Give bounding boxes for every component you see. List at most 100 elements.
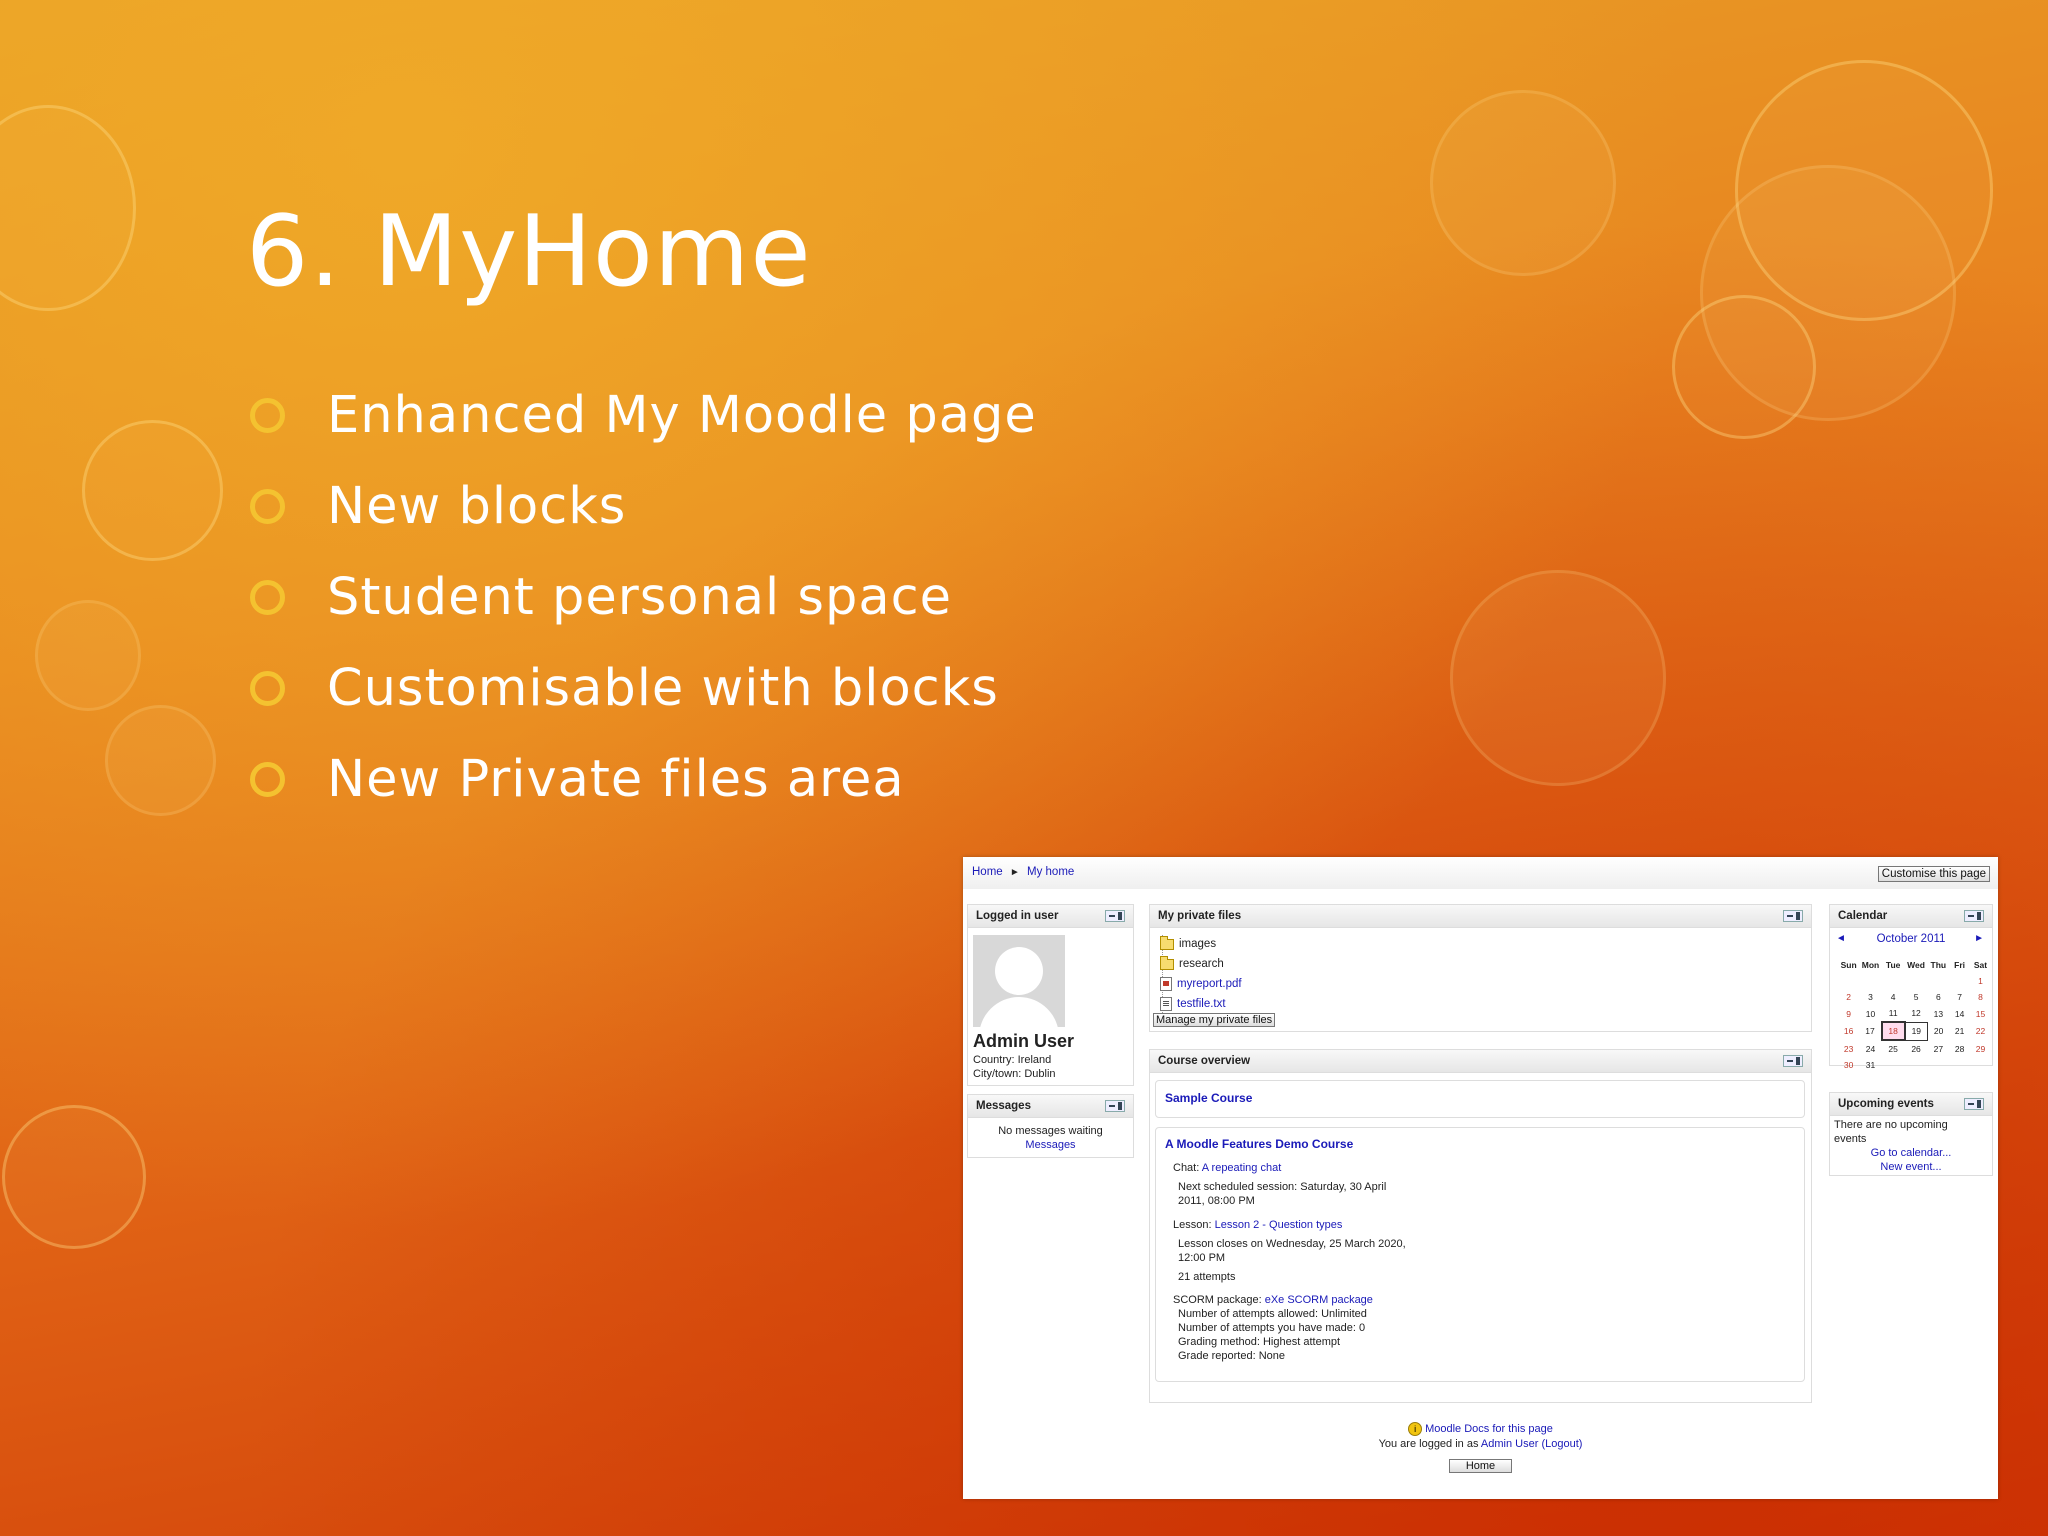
calendar-grid: Sun Mon Tue Wed Thu Fri Sat 1 2 3 4 5 6 7 8 9 10 11 12 13 1… xyxy=(1838,957,1992,1073)
calendar-day-cell[interactable]: 25 xyxy=(1882,1040,1905,1057)
calendar-day-cell[interactable]: 3 xyxy=(1859,989,1881,1005)
user-name[interactable]: Admin User xyxy=(973,1031,1074,1052)
no-events-text: There are no upcoming events xyxy=(1834,1119,1948,1145)
calendar-day-cell[interactable]: 23 xyxy=(1838,1040,1859,1057)
block-collapse-icon[interactable] xyxy=(1105,1100,1125,1112)
calendar-day-cell[interactable]: 2 xyxy=(1838,989,1859,1005)
calendar-day-cell[interactable]: 24 xyxy=(1859,1040,1881,1057)
calendar-day-cell[interactable]: 31 xyxy=(1859,1057,1881,1073)
manage-private-files-button[interactable]: Manage my private files xyxy=(1153,1013,1276,1027)
course-card: Sample Course xyxy=(1155,1080,1805,1118)
block-collapse-icon[interactable] xyxy=(1783,1055,1803,1067)
file-name: myreport.pdf xyxy=(1177,978,1242,990)
calendar-month-link[interactable]: October 2011 xyxy=(1830,933,1992,945)
calendar-day-cell[interactable]: 4 xyxy=(1882,989,1905,1005)
scorm-info-line: Number of attempts allowed: Unlimited xyxy=(1178,1308,1367,1320)
calendar-week-row: 2345678 xyxy=(1838,989,1991,1005)
file-item[interactable]: testfile.txt xyxy=(1160,995,1226,1013)
bullet-ring-icon xyxy=(250,489,285,524)
calendar-day-cell xyxy=(1882,973,1905,989)
block-header: My private files xyxy=(1150,905,1811,928)
decor-bubble xyxy=(0,105,136,311)
course-title-link[interactable]: Sample Course xyxy=(1165,1091,1252,1105)
calendar-day-cell[interactable]: 13 xyxy=(1927,1005,1949,1022)
calendar-day-cell[interactable]: 16 xyxy=(1838,1022,1859,1040)
calendar-day-cell[interactable]: 6 xyxy=(1927,989,1949,1005)
calendar-day-cell[interactable]: 5 xyxy=(1905,989,1928,1005)
chat-session-line: 2011, 08:00 PM xyxy=(1178,1195,1255,1207)
calendar-day-cell[interactable]: 9 xyxy=(1838,1005,1859,1022)
calendar-day-cell[interactable]: 15 xyxy=(1970,1005,1991,1022)
calendar-day-cell[interactable]: 12 xyxy=(1905,1005,1928,1022)
moodle-docs-link[interactable]: Moodle Docs for this page xyxy=(1425,1423,1553,1435)
scorm-label: SCORM package: xyxy=(1173,1294,1265,1306)
chat-link[interactable]: A repeating chat xyxy=(1202,1162,1282,1174)
block-title: Upcoming events xyxy=(1838,1098,1934,1110)
scorm-link[interactable]: eXe SCORM package xyxy=(1265,1294,1373,1306)
avatar-head xyxy=(995,947,1043,995)
bullet-item: Student personal space xyxy=(250,552,1037,643)
calendar-day-cell xyxy=(1927,1057,1949,1073)
course-overview-block: Course overview Sample Course A Moodle F… xyxy=(1149,1049,1812,1403)
bullet-text: Customisable with blocks xyxy=(327,659,999,718)
calendar-day-cell[interactable]: 29 xyxy=(1970,1040,1991,1057)
calendar-weeks: 1 2 3 4 5 6 7 8 9 10 11 12 13 14 15 16 17 18 19 20 21 22 23 24 2… xyxy=(1838,973,1991,1073)
file-name: research xyxy=(1179,958,1224,970)
calendar-next-icon[interactable]: ► xyxy=(1974,933,1984,944)
calendar-day-cell[interactable]: 18 xyxy=(1880,1021,1906,1041)
calendar-day-cell[interactable]: 28 xyxy=(1949,1040,1970,1057)
calendar-day-cell[interactable]: 21 xyxy=(1949,1022,1970,1040)
calendar-week-row: 30 31 xyxy=(1838,1057,1991,1073)
bullet-item: Enhanced My Moodle page xyxy=(250,370,1037,461)
calendar-day-header: Mon xyxy=(1861,960,1880,970)
calendar-day-cell xyxy=(1949,1057,1970,1073)
calendar-day-cell[interactable]: 26 xyxy=(1905,1040,1928,1057)
block-header: Messages xyxy=(968,1095,1133,1118)
lesson-label: Lesson: xyxy=(1173,1219,1215,1231)
calendar-day-cell[interactable]: 27 xyxy=(1927,1040,1949,1057)
logged-in-user-block: Logged in user Admin User Country: Irela… xyxy=(967,904,1134,1086)
calendar-day-cell[interactable]: 7 xyxy=(1949,989,1970,1005)
calendar-day-cell[interactable]: 22 xyxy=(1970,1022,1991,1040)
customise-page-button[interactable]: Customise this page xyxy=(1877,866,1990,882)
block-collapse-icon[interactable] xyxy=(1105,910,1125,922)
block-collapse-icon[interactable] xyxy=(1783,910,1803,922)
file-item[interactable]: images xyxy=(1160,935,1216,953)
calendar-day-header: Sun xyxy=(1840,960,1857,970)
calendar-day-cell[interactable]: 8 xyxy=(1970,989,1991,1005)
page-footer: i Moodle Docs for this page xyxy=(963,1422,1998,1436)
messages-link[interactable]: Messages xyxy=(968,1138,1133,1152)
file-item[interactable]: myreport.pdf xyxy=(1160,975,1242,993)
home-button[interactable]: Home xyxy=(1448,1459,1513,1473)
calendar-day-cell[interactable]: 20 xyxy=(1927,1022,1949,1040)
go-to-calendar-link[interactable]: Go to calendar... xyxy=(1830,1146,1992,1160)
bullet-ring-icon xyxy=(250,580,285,615)
user-country: Country: Ireland xyxy=(973,1054,1052,1066)
calendar-day-cell[interactable]: 1 xyxy=(1970,973,1991,989)
calendar-day-cell[interactable]: 11 xyxy=(1882,1005,1905,1022)
calendar-day-cell[interactable]: 14 xyxy=(1949,1005,1970,1022)
breadcrumb-home-link[interactable]: Home xyxy=(972,866,1003,878)
decor-bubble xyxy=(1450,570,1666,786)
calendar-day-headers: Sun Mon Tue Wed Thu Fri Sat xyxy=(1838,957,1991,973)
calendar-day-cell[interactable]: 10 xyxy=(1859,1005,1881,1022)
decor-bubble xyxy=(2,1105,146,1249)
calendar-day-cell[interactable]: 17 xyxy=(1859,1022,1881,1040)
course-title-link[interactable]: A Moodle Features Demo Course xyxy=(1165,1137,1353,1151)
new-event-link[interactable]: New event... xyxy=(1830,1160,1992,1174)
calendar-day-header: Sat xyxy=(1973,960,1988,970)
logout-link[interactable]: (Logout) xyxy=(1541,1438,1582,1450)
lesson-info-line: Lesson closes on Wednesday, 25 March 202… xyxy=(1178,1238,1406,1250)
user-profile-link[interactable]: Admin User xyxy=(1481,1438,1538,1450)
block-collapse-icon[interactable] xyxy=(1964,910,1984,922)
block-collapse-icon[interactable] xyxy=(1964,1098,1984,1110)
folder-icon xyxy=(1160,955,1174,970)
file-item[interactable]: research xyxy=(1160,955,1224,973)
breadcrumb-current-link[interactable]: My home xyxy=(1027,866,1074,878)
calendar-day-cell[interactable]: 30 xyxy=(1838,1057,1859,1073)
calendar-day-cell[interactable]: 19 xyxy=(1904,1021,1928,1041)
calendar-day-cell xyxy=(1949,973,1970,989)
lesson-link[interactable]: Lesson 2 - Question types xyxy=(1215,1219,1343,1231)
bullet-ring-icon xyxy=(250,398,285,433)
bullet-list: Enhanced My Moodle page New blocks Stude… xyxy=(250,370,1037,825)
